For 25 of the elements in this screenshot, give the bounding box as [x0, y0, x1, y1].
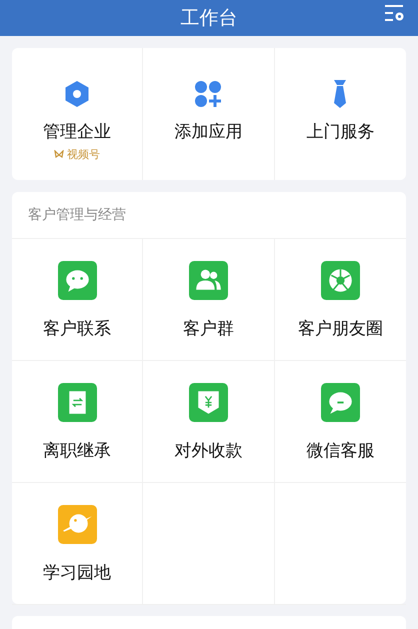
document-icon[interactable]: [58, 383, 97, 422]
app-label[interactable]: 添加应用: [174, 120, 242, 146]
shutter-icon[interactable]: [320, 261, 360, 300]
app-label[interactable]: 客户朋友圈: [298, 317, 383, 342]
app-label[interactable]: 客户群: [182, 317, 234, 342]
app-label[interactable]: 管理企业: [43, 120, 112, 146]
message-icon[interactable]: [320, 383, 360, 422]
butterfly-icon: [54, 150, 64, 160]
section-title: 客户管理与经营: [28, 206, 126, 224]
people-icon[interactable]: [188, 261, 228, 300]
tie-icon: [333, 79, 348, 109]
page-title: 工作台: [180, 6, 238, 31]
chat-bubble-icon[interactable]: [58, 261, 97, 300]
app-label[interactable]: 客户联系: [43, 317, 112, 342]
app-label[interactable]: 学习园地: [43, 561, 112, 586]
hexagon-icon: [63, 80, 92, 108]
planet-icon[interactable]: [58, 505, 97, 544]
app-label[interactable]: 离职继承: [43, 439, 112, 464]
app-label[interactable]: 微信客服: [306, 439, 374, 464]
settings-icon[interactable]: [384, 4, 406, 22]
channel-label: 视频号: [67, 146, 100, 162]
app-label[interactable]: 对外收款: [174, 439, 242, 464]
app-label[interactable]: 上门服务: [306, 120, 374, 146]
apps-add-icon: [194, 80, 222, 108]
shield-icon[interactable]: [188, 383, 228, 422]
